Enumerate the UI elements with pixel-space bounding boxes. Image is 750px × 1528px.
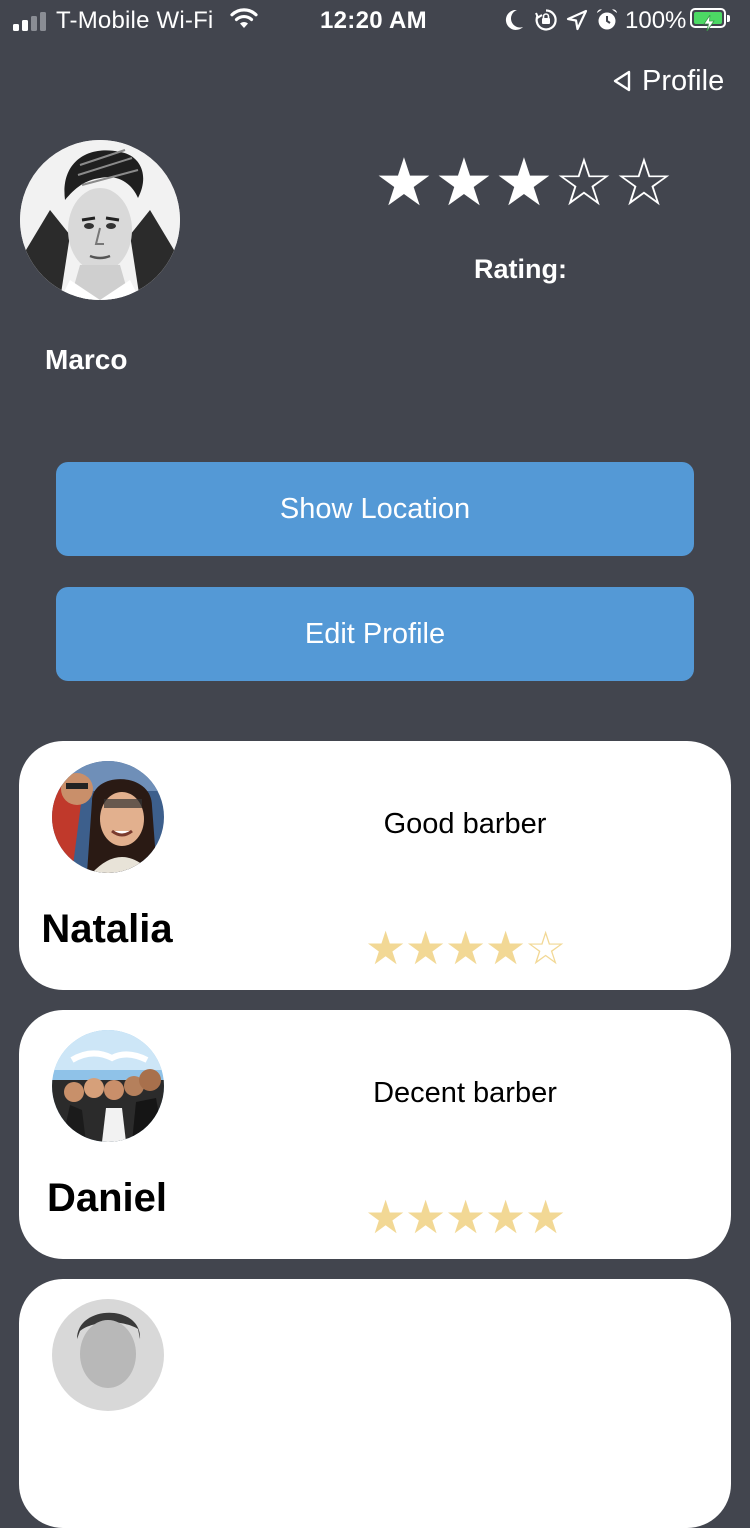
battery-percent: 100% [625,7,687,34]
status-bar: T-Mobile Wi-Fi 12:20 AM 100% [0,0,750,42]
review-card[interactable]: Daniel Decent barber ★ ★ ★ ★ ★ [19,1010,731,1259]
star-filled-icon: ★ [434,145,494,219]
reviewer-avatar [52,1299,164,1411]
review-card[interactable]: Natalia Good barber ★ ★ ★ ★ ☆ [19,741,731,990]
status-time: 12:20 AM [320,7,427,34]
star-empty-icon: ☆ [614,145,674,219]
star-filled-icon: ★ [445,922,487,974]
alarm-icon [595,7,619,40]
star-filled-icon: ★ [445,1191,487,1243]
review-text: Decent barber [373,1077,557,1109]
review-card[interactable] [19,1279,731,1528]
star-empty-icon: ☆ [554,145,614,219]
profile-avatar [20,140,180,300]
back-label: Profile [642,64,725,97]
star-filled-icon: ★ [374,145,434,219]
location-arrow-icon [566,9,588,38]
star-filled-icon: ★ [365,1191,407,1243]
rotation-lock-icon [534,8,558,39]
star-filled-icon: ★ [485,1191,527,1243]
rating-label: Rating: [474,254,567,284]
star-filled-icon: ★ [485,922,527,974]
reviewer-avatar [52,761,164,873]
star-filled-icon: ★ [405,1191,447,1243]
wifi-icon [229,6,259,37]
reviewer-name: Daniel [46,1176,168,1220]
edit-profile-button[interactable]: Edit Profile [56,587,694,681]
signal-icon [13,11,47,31]
review-stars: ★ ★ ★ ★ ★ [365,1191,567,1243]
star-filled-icon: ★ [525,1191,567,1243]
profile-name: Marco [45,344,128,375]
review-stars: ★ ★ ★ ★ ☆ [365,922,567,974]
show-location-button[interactable]: Show Location [56,462,694,556]
reviewer-name: Natalia [41,907,173,951]
star-filled-icon: ★ [494,145,554,219]
review-text: Good barber [383,808,547,840]
profile-rating-stars: ★ ★ ★ ☆ ☆ [374,145,674,219]
carrier-name: T-Mobile Wi-Fi [56,7,214,34]
battery-icon [690,8,730,32]
moon-icon [503,8,525,39]
back-button[interactable]: Profile [612,62,724,100]
star-empty-icon: ☆ [525,922,567,974]
triangle-back-icon [612,70,632,92]
star-filled-icon: ★ [365,922,407,974]
reviewer-avatar [52,1030,164,1142]
star-filled-icon: ★ [405,922,447,974]
